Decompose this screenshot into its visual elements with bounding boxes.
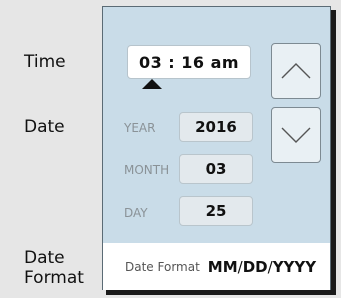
year-label: YEAR [124,121,156,135]
chevron-up-icon [281,63,311,79]
month-label: MONTH [124,163,170,177]
time-label: Time [24,52,66,72]
day-label: DAY [124,206,148,220]
date-format-label: Date Format [24,248,84,288]
date-format-label-line1: Date [24,248,65,268]
format-month-token: MM [207,257,238,276]
month-field[interactable]: 03 [179,154,253,184]
time-input[interactable]: 03 : 16 am [127,45,251,79]
format-year-token: YYYY [272,257,317,276]
date-label: Date [24,117,65,137]
decrement-button[interactable] [271,107,321,163]
format-day-token: DD [242,257,268,276]
date-format-bar: Date Format MM/DD/YYYY [103,243,330,290]
date-format-value[interactable]: MM/DD/YYYY [208,258,316,276]
date-format-label-line2: Format [24,268,84,288]
year-field[interactable]: 2016 [179,112,253,142]
day-field[interactable]: 25 [179,196,253,226]
date-format-caption: Date Format [125,259,200,274]
date-time-picker-panel: 03 : 16 am YEAR 2016 MONTH 03 DAY 25 Dat… [102,6,331,290]
increment-button[interactable] [271,43,321,99]
chevron-down-icon [281,127,311,143]
selection-caret-icon [142,79,162,89]
